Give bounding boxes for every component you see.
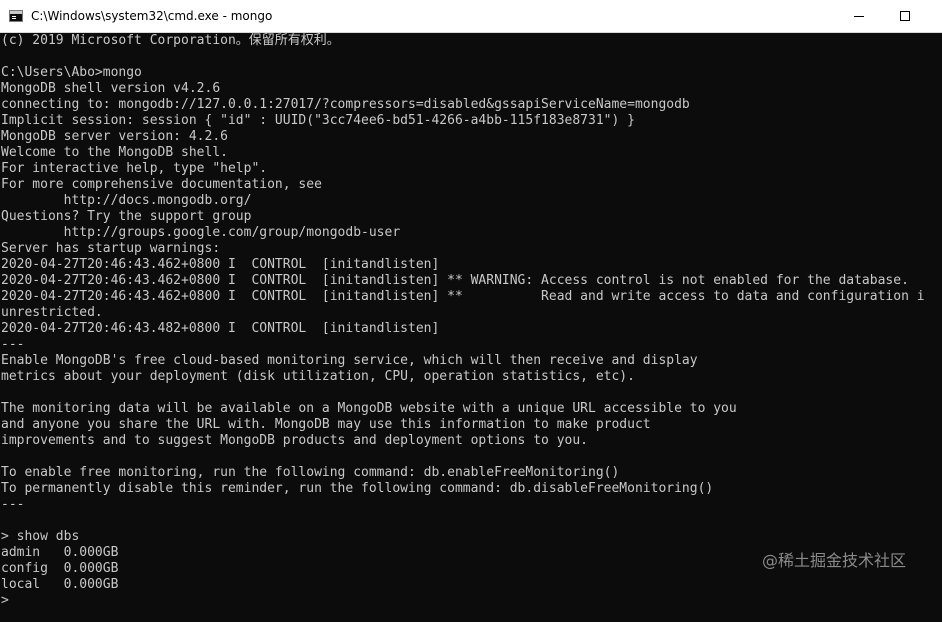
minimize-icon [854, 16, 864, 17]
console-line: admin 0.000GB [1, 545, 119, 560]
console-line: For interactive help, type "help". [1, 161, 268, 176]
console-line: (c) 2019 Microsoft Corporation。保留所有权利。 [1, 33, 340, 48]
console-prompt[interactable]: > [1, 593, 9, 609]
console-line: config 0.000GB [1, 561, 119, 576]
minimize-button[interactable] [836, 0, 882, 33]
window-title: C:\Windows\system32\cmd.exe - mongo [31, 9, 273, 23]
console-line: Implicit session: session { "id" : UUID(… [1, 113, 635, 128]
console-line: local 0.000GB [1, 577, 119, 592]
console-line: The monitoring data will be available on… [1, 401, 737, 416]
cmd-window: C:\Windows\system32\cmd.exe - mongo (c) … [0, 0, 942, 622]
console-line: http://docs.mongodb.org/ [1, 193, 252, 208]
console-line: connecting to: mongodb://127.0.0.1:27017… [1, 97, 690, 112]
console-output[interactable]: (c) 2019 Microsoft Corporation。保留所有权利。 C… [0, 33, 942, 622]
watermark-text: @稀土掘金技术社区 [762, 551, 907, 570]
console-line: 2020-04-27T20:46:43.462+0800 I CONTROL [… [1, 273, 909, 288]
console-line: To enable free monitoring, run the follo… [1, 465, 620, 480]
console-line: MongoDB server version: 4.2.6 [1, 129, 228, 144]
title-bar[interactable]: C:\Windows\system32\cmd.exe - mongo [0, 0, 942, 33]
cmd-console-icon [9, 10, 23, 22]
console-line: To permanently disable this reminder, ru… [1, 481, 714, 496]
console-line: --- [1, 497, 25, 512]
console-line: MongoDB shell version v4.2.6 [1, 81, 221, 96]
console-line: Welcome to the MongoDB shell. [1, 145, 228, 160]
console-line: C:\Users\Abo>mongo [1, 65, 142, 80]
console-line: 2020-04-27T20:46:43.462+0800 I CONTROL [… [1, 289, 925, 304]
console-line: 2020-04-27T20:46:43.462+0800 I CONTROL [… [1, 257, 440, 272]
console-line: For more comprehensive documentation, se… [1, 177, 322, 192]
console-line: improvements and to suggest MongoDB prod… [1, 433, 588, 448]
console-line: > show dbs [1, 529, 80, 544]
console-line: Server has startup warnings: [1, 241, 221, 256]
console-line: Enable MongoDB's free cloud-based monito… [1, 353, 698, 368]
console-line: Questions? Try the support group [1, 209, 252, 224]
maximize-icon [900, 11, 910, 21]
console-line: unrestricted. [1, 305, 103, 320]
console-line: metrics about your deployment (disk util… [1, 369, 635, 384]
console-line: and anyone you share the URL with. Mongo… [1, 417, 651, 432]
console-line: --- [1, 337, 25, 352]
console-line: http://groups.google.com/group/mongodb-u… [1, 225, 401, 240]
console-line: 2020-04-27T20:46:43.482+0800 I CONTROL [… [1, 321, 440, 336]
maximize-button[interactable] [882, 0, 928, 33]
